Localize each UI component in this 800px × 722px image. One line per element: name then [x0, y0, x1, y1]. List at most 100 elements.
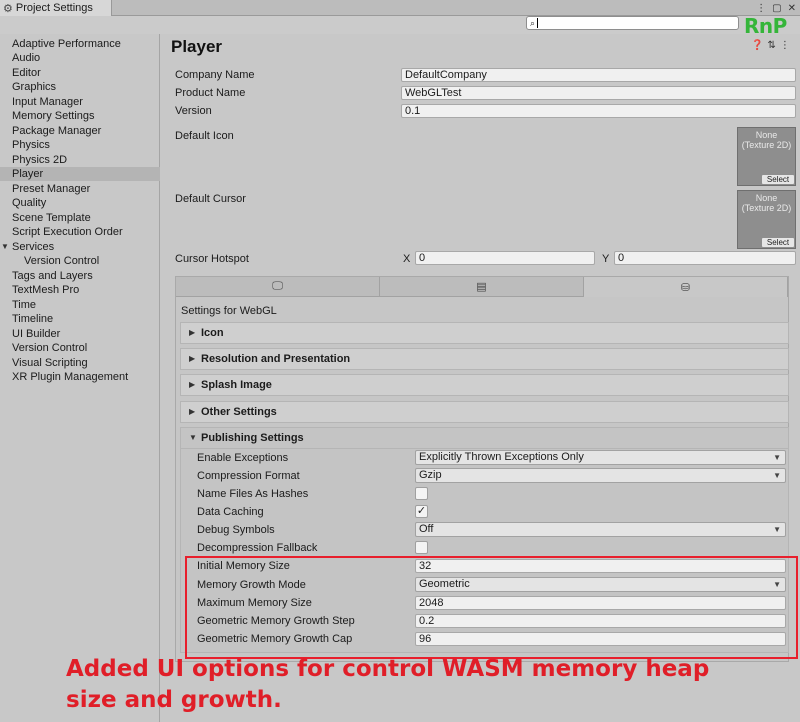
- other-settings-foldout[interactable]: ▶ Other Settings: [180, 401, 789, 423]
- sidebar-item-textmesh-pro[interactable]: TextMesh Pro: [12, 283, 79, 297]
- sidebar-item-visual-scripting[interactable]: Visual Scripting: [12, 356, 88, 370]
- decompression-fallback-label: Decompression Fallback: [197, 542, 318, 554]
- sidebar-item-timeline[interactable]: Timeline: [12, 312, 53, 326]
- compression-format-dropdown[interactable]: Gzip ▼: [415, 468, 786, 483]
- default-cursor-label: Default Cursor: [175, 193, 246, 205]
- collapsed-arrow-icon: ▶: [189, 380, 196, 389]
- data-caching-label: Data Caching: [197, 506, 264, 518]
- collapsed-arrow-icon: ▶: [189, 354, 196, 363]
- default-icon-texture-slot[interactable]: None (Texture 2D) Select: [737, 127, 796, 186]
- monitor-icon: 🖵: [272, 280, 283, 292]
- name-files-as-hashes-label: Name Files As Hashes: [197, 488, 309, 500]
- foldout-title: Splash Image: [201, 379, 272, 391]
- sidebar-item-player[interactable]: Player: [12, 167, 43, 181]
- foldout-title: Resolution and Presentation: [201, 353, 351, 365]
- select-button[interactable]: Select: [762, 238, 794, 247]
- server-icon: ▤: [476, 281, 487, 293]
- title-bar: [0, 0, 800, 16]
- collapsed-arrow-icon: ▶: [189, 328, 196, 337]
- expand-arrow-icon[interactable]: ▼: [1, 240, 9, 254]
- debug-symbols-dropdown[interactable]: Off ▼: [415, 522, 786, 537]
- enable-exceptions-label: Enable Exceptions: [197, 452, 289, 464]
- foldout-title: Other Settings: [201, 406, 277, 418]
- icon-foldout[interactable]: ▶ Icon: [180, 322, 789, 344]
- tab-webgl[interactable]: ⛁: [584, 277, 788, 297]
- sidebar-item-audio[interactable]: Audio: [12, 51, 40, 65]
- search-input[interactable]: ⌕: [526, 16, 739, 30]
- product-name-field[interactable]: WebGLTest: [401, 86, 796, 100]
- dropdown-value: Explicitly Thrown Exceptions Only: [419, 451, 584, 463]
- hotspot-x-field[interactable]: 0: [415, 251, 595, 265]
- resolution-foldout[interactable]: ▶ Resolution and Presentation: [180, 348, 789, 370]
- sidebar-item-preset-manager[interactable]: Preset Manager: [12, 182, 90, 196]
- sidebar-item-time[interactable]: Time: [12, 298, 36, 312]
- platform-tabs: 🖵 ▤ ⛁: [176, 277, 788, 297]
- version-label: Version: [175, 105, 212, 117]
- dropdown-value: Off: [419, 523, 434, 535]
- decompression-fallback-checkbox[interactable]: [415, 541, 428, 554]
- tab-title: Project Settings: [15, 2, 93, 14]
- compression-format-label: Compression Format: [197, 470, 300, 482]
- webgl-icon: ⛁: [680, 281, 691, 294]
- text-caret: [537, 18, 539, 28]
- close-icon[interactable]: ✕: [788, 3, 796, 14]
- checkmark-icon: ✓: [416, 505, 427, 517]
- sidebar-item-scene-template[interactable]: Scene Template: [12, 211, 91, 225]
- expanded-arrow-icon: ▼: [189, 433, 197, 442]
- chevron-down-icon: ▼: [773, 525, 781, 534]
- debug-symbols-label: Debug Symbols: [197, 524, 275, 536]
- texture-slot-text: None (Texture 2D): [741, 130, 792, 150]
- header-icons: ❓ ⇅ ⋮: [751, 40, 790, 51]
- maximize-icon[interactable]: ▢: [772, 3, 781, 14]
- hotspot-x-label: X: [403, 253, 411, 265]
- dropdown-value: Gzip: [419, 469, 442, 481]
- enable-exceptions-dropdown[interactable]: Explicitly Thrown Exceptions Only ▼: [415, 450, 786, 465]
- texture-slot-text: None (Texture 2D): [741, 193, 792, 213]
- sidebar-item-xr-plugin-management[interactable]: XR Plugin Management: [12, 370, 128, 384]
- version-field[interactable]: 0.1: [401, 104, 796, 118]
- annotation-caption: Added UI options for control WASM memory…: [66, 656, 710, 713]
- chevron-down-icon: ▼: [773, 453, 781, 462]
- splash-image-foldout[interactable]: ▶ Splash Image: [180, 374, 789, 396]
- highlight-box: [185, 556, 798, 659]
- company-name-label: Company Name: [175, 69, 255, 81]
- sidebar-item-physics-2d[interactable]: Physics 2D: [12, 153, 67, 167]
- sidebar-item-adaptive-performance[interactable]: Adaptive Performance: [12, 37, 121, 51]
- sidebar-item-input-manager[interactable]: Input Manager: [12, 95, 83, 109]
- sidebar: Adaptive Performance Audio Editor Graphi…: [0, 34, 160, 722]
- sidebar-item-memory-settings[interactable]: Memory Settings: [12, 109, 95, 123]
- data-caching-checkbox[interactable]: ✓: [415, 505, 428, 518]
- foldout-title: Publishing Settings: [201, 432, 304, 444]
- select-button[interactable]: Select: [762, 175, 794, 184]
- sidebar-item-physics[interactable]: Physics: [12, 138, 50, 152]
- search-icon: ⌕: [530, 17, 536, 28]
- default-icon-label: Default Icon: [175, 130, 234, 142]
- preset-icon[interactable]: ⇅: [767, 40, 775, 51]
- sidebar-item-script-execution-order[interactable]: Script Execution Order: [12, 225, 123, 239]
- sidebar-item-package-manager[interactable]: Package Manager: [12, 124, 101, 138]
- foldout-title: Icon: [201, 327, 224, 339]
- gear-icon: ⚙: [3, 2, 13, 15]
- tab-standalone[interactable]: 🖵: [176, 277, 380, 297]
- help-icon[interactable]: ❓: [751, 40, 763, 51]
- sidebar-item-services-version-control[interactable]: Version Control: [24, 254, 99, 268]
- default-cursor-texture-slot[interactable]: None (Texture 2D) Select: [737, 190, 796, 249]
- hotspot-y-label: Y: [602, 253, 610, 265]
- menu-icon[interactable]: ⋮: [780, 40, 790, 51]
- product-name-label: Product Name: [175, 87, 246, 99]
- name-files-as-hashes-checkbox[interactable]: [415, 487, 428, 500]
- project-settings-tab[interactable]: ⚙ Project Settings: [0, 0, 112, 16]
- sidebar-item-quality[interactable]: Quality: [12, 196, 46, 210]
- sidebar-item-graphics[interactable]: Graphics: [12, 80, 56, 94]
- more-options-icon[interactable]: ⋮: [756, 3, 766, 14]
- collapsed-arrow-icon: ▶: [189, 407, 196, 416]
- tab-server[interactable]: ▤: [380, 277, 584, 297]
- company-name-field[interactable]: DefaultCompany: [401, 68, 796, 82]
- sidebar-item-version-control[interactable]: Version Control: [12, 341, 87, 355]
- hotspot-y-field[interactable]: 0: [614, 251, 796, 265]
- sidebar-item-services[interactable]: Services: [12, 240, 54, 254]
- sidebar-item-ui-builder[interactable]: UI Builder: [12, 327, 60, 341]
- sidebar-item-tags-and-layers[interactable]: Tags and Layers: [12, 269, 93, 283]
- sidebar-item-editor[interactable]: Editor: [12, 66, 41, 80]
- publishing-settings-foldout[interactable]: ▼ Publishing Settings: [180, 427, 789, 449]
